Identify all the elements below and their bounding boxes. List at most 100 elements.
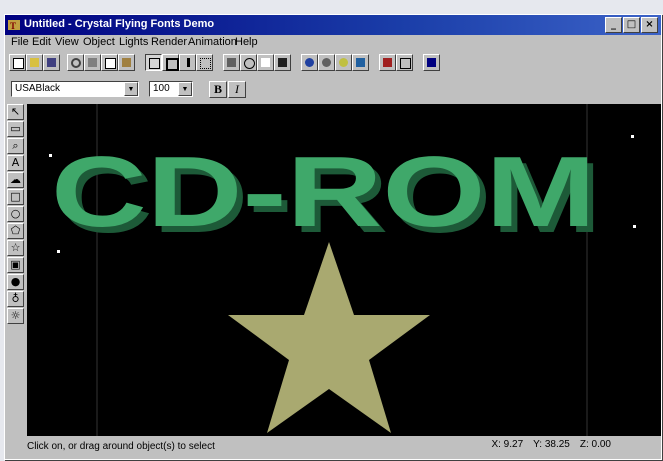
italic-button[interactable]: I	[228, 81, 246, 98]
main-toolbar	[7, 52, 659, 76]
camera-button[interactable]	[223, 54, 240, 71]
menu-help[interactable]: Help	[235, 36, 258, 48]
coordinate-readout: X: 9.27 Y: 38.25 Z: 0.00	[491, 439, 611, 450]
cloud-shape-icon[interactable]: ☁	[7, 172, 24, 188]
font-icon	[278, 58, 287, 67]
select-box-icon	[149, 58, 160, 69]
frame-icon	[166, 58, 179, 71]
grid-icon	[200, 58, 211, 69]
selection-handle-bl[interactable]	[57, 250, 60, 253]
coord-y: Y: 38.25	[533, 439, 570, 450]
bold-button[interactable]: B	[209, 81, 227, 98]
cdrom-3d-text[interactable]: CD-ROM CD-ROM	[51, 136, 602, 254]
new-button[interactable]	[9, 54, 26, 71]
menu-lights[interactable]: Lights	[119, 36, 148, 48]
menu-view[interactable]: View	[55, 36, 79, 48]
open-button[interactable]	[26, 54, 43, 71]
menu-bar: File Edit View Object Lights Render Anim…	[5, 35, 661, 51]
rectangle-icon[interactable]: □	[7, 189, 24, 205]
rotate-button[interactable]	[240, 54, 257, 71]
minimize-button[interactable]: _	[605, 17, 622, 33]
menu-object[interactable]: Object	[83, 36, 115, 48]
arrow-down-icon	[187, 58, 190, 67]
timeline-icon	[400, 58, 411, 69]
rotate-icon	[244, 58, 255, 69]
chevron-down-icon[interactable]: ▼	[178, 82, 192, 96]
text-tool-icon[interactable]: A	[7, 155, 24, 171]
title-bar[interactable]: T Untitled - Crystal Flying Fonts Demo _…	[5, 15, 661, 35]
chevron-down-icon[interactable]: ▼	[124, 82, 138, 96]
sphere-button[interactable]	[318, 54, 335, 71]
scene-graphic: CD-ROM CD-ROM	[49, 104, 636, 436]
render-canvas[interactable]: CD-ROM CD-ROM	[27, 104, 661, 436]
camera-icon	[227, 58, 236, 67]
app-window: T Untitled - Crystal Flying Fonts Demo _…	[4, 14, 662, 460]
cut-button[interactable]	[84, 54, 101, 71]
pentagon-icon[interactable]: ⬠	[7, 223, 24, 239]
window-title: Untitled - Crystal Flying Fonts Demo	[24, 18, 215, 30]
select-mode-button[interactable]	[145, 54, 162, 71]
menu-file[interactable]: File	[11, 36, 29, 48]
paste-button[interactable]	[118, 54, 135, 71]
copy-icon	[105, 58, 116, 69]
paste-icon	[122, 58, 131, 67]
light-button[interactable]	[335, 54, 352, 71]
cube-icon[interactable]: ▣	[7, 257, 24, 273]
status-bar: Click on, or drag around object(s) to se…	[5, 436, 661, 459]
app-icon: T	[8, 20, 20, 31]
move-button[interactable]	[179, 54, 196, 71]
new-file-icon	[13, 58, 24, 69]
coord-z: Z: 0.00	[579, 439, 611, 450]
sphere-icon	[322, 58, 331, 67]
menu-animation[interactable]: Animation	[188, 36, 237, 48]
maximize-button[interactable]: □	[623, 17, 640, 33]
object-toolbar: ↖ ▭ ⌕ A ☁ □ ○ ⬠ ☆ ▣ ● ♁ ☼	[5, 104, 27, 436]
grid-button[interactable]	[196, 54, 213, 71]
lightbulb-tool-icon[interactable]: ♁	[7, 291, 24, 307]
font-size-value: 100	[153, 83, 170, 94]
coord-x: X: 9.27	[491, 439, 524, 450]
cdrom-text: CD-ROM	[51, 136, 596, 248]
lightbulb-icon	[339, 58, 348, 67]
animation-icon	[383, 58, 392, 67]
globe-icon	[305, 58, 314, 67]
copy-button[interactable]	[101, 54, 118, 71]
menu-render[interactable]: Render	[151, 36, 187, 48]
zoom-icon[interactable]: ⌕	[7, 138, 24, 154]
spotlight-icon[interactable]: ☼	[7, 308, 24, 324]
star-icon[interactable]: ☆	[7, 240, 24, 256]
font-name-value: USABlack	[15, 83, 61, 94]
font-size-select[interactable]: 100 ▼	[149, 81, 193, 97]
undo-button[interactable]	[67, 54, 84, 71]
timeline-button[interactable]	[396, 54, 413, 71]
monitor-icon	[356, 58, 365, 67]
folder-icon	[30, 58, 39, 67]
text-a-icon	[261, 58, 270, 67]
save-button[interactable]	[43, 54, 60, 71]
selection-handle-br[interactable]	[633, 225, 636, 228]
disk-icon	[47, 58, 56, 67]
svg-text:T: T	[10, 21, 16, 31]
preview-button[interactable]	[352, 54, 369, 71]
close-button[interactable]: ×	[641, 17, 658, 33]
status-message: Click on, or drag around object(s) to se…	[27, 441, 215, 452]
help-cursor-icon	[427, 58, 436, 67]
frame-button[interactable]	[162, 54, 179, 71]
format-toolbar: USABlack ▼ 100 ▼ B I	[7, 77, 659, 103]
selection-handle-tl[interactable]	[49, 154, 52, 157]
star-object[interactable]	[228, 242, 430, 433]
font-button[interactable]	[274, 54, 291, 71]
pointer-icon[interactable]: ↖	[7, 104, 24, 120]
animate-button[interactable]	[379, 54, 396, 71]
menu-edit[interactable]: Edit	[32, 36, 51, 48]
sphere-tool-icon[interactable]: ●	[7, 274, 24, 290]
text-button[interactable]	[257, 54, 274, 71]
circle-icon[interactable]: ○	[7, 206, 24, 222]
frame-select-icon[interactable]: ▭	[7, 121, 24, 137]
help-button[interactable]	[423, 54, 440, 71]
render-globe-button[interactable]	[301, 54, 318, 71]
scissors-icon	[88, 58, 97, 67]
undo-icon	[71, 58, 81, 68]
selection-handle-tr[interactable]	[631, 135, 634, 138]
font-name-select[interactable]: USABlack ▼	[11, 81, 139, 97]
